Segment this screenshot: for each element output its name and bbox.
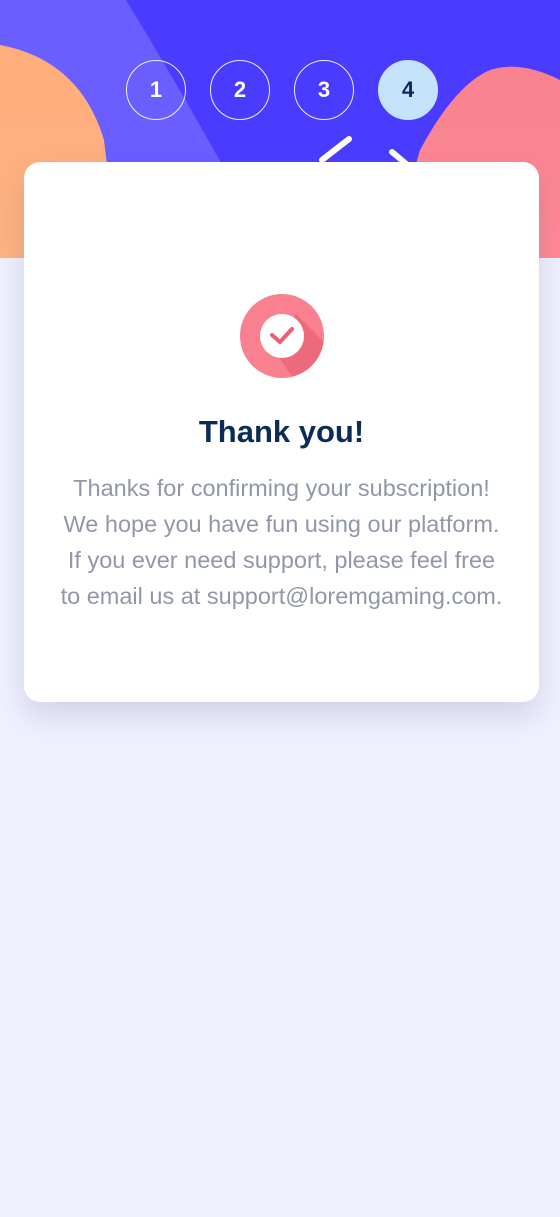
confirmation-card: Thank you! Thanks for confirming your su… — [24, 162, 539, 702]
confirmation-title: Thank you! — [198, 414, 365, 449]
check-circle-icon — [240, 294, 324, 378]
confirmation-message: Thanks for confirming your subscription!… — [60, 475, 503, 609]
step-3[interactable]: 3 — [294, 60, 354, 120]
step-4-active[interactable]: 4 — [378, 60, 438, 120]
step-indicator: 1 2 3 4 — [0, 60, 560, 120]
chevron-left-icon — [319, 136, 352, 163]
step-2[interactable]: 2 — [210, 60, 270, 120]
step-1[interactable]: 1 — [126, 60, 186, 120]
